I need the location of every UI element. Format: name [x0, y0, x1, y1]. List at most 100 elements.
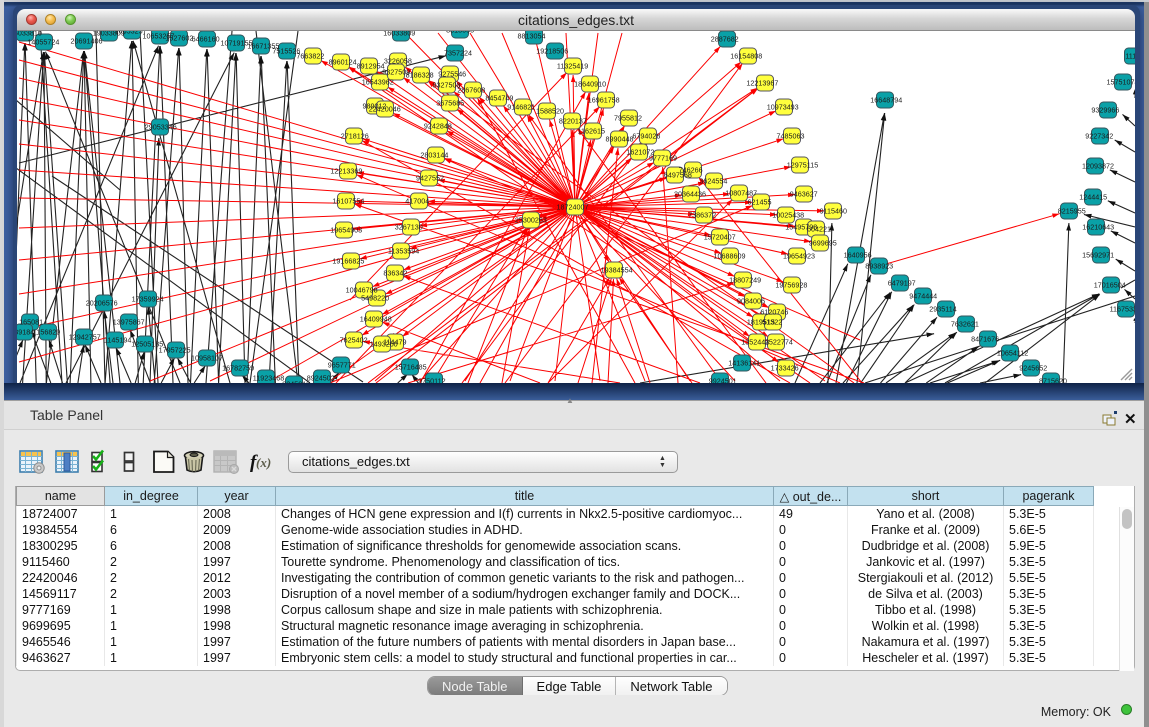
svg-text:16782759: 16782759 [222, 364, 254, 373]
svg-text:1640956: 1640956 [844, 251, 872, 260]
svg-text:8813054: 8813054 [518, 32, 546, 41]
svg-text:10025438: 10025438 [772, 211, 804, 220]
svg-text:12975115: 12975115 [787, 161, 818, 170]
svg-text:3675685: 3675685 [436, 99, 464, 108]
svg-text:25300263: 25300263 [515, 216, 547, 225]
svg-text:8938923: 8938923 [865, 262, 893, 271]
svg-text:746266: 746266 [679, 166, 703, 175]
svg-text:18640910: 18640910 [574, 80, 606, 89]
svg-text:8912954: 8912954 [357, 62, 385, 71]
svg-text:18724007: 18724007 [557, 203, 589, 212]
svg-text:9427552: 9427552 [416, 174, 444, 183]
svg-text:2522774: 2522774 [765, 338, 793, 347]
svg-text:7386372: 7386372 [688, 211, 716, 220]
svg-text:12213369: 12213369 [330, 167, 362, 176]
svg-text:11325419: 11325419 [557, 62, 588, 71]
svg-text:22420046: 22420046 [369, 105, 401, 114]
svg-text:9329966: 9329966 [1091, 106, 1119, 115]
svg-text:7357224: 7357224 [444, 49, 472, 58]
svg-text:10046798: 10046798 [346, 286, 378, 295]
svg-text:16409948: 16409948 [360, 315, 392, 324]
svg-text:19166825: 19166825 [332, 257, 364, 266]
svg-text:20206576: 20206576 [86, 299, 118, 308]
svg-text:9750112: 9750112 [418, 377, 445, 384]
svg-text:15692971: 15692971 [1082, 251, 1114, 260]
svg-text:8220137: 8220137 [559, 117, 587, 126]
svg-text:9474444: 9474444 [909, 292, 937, 301]
svg-text:7485063: 7485063 [777, 132, 805, 141]
svg-text:20691406: 20691406 [71, 37, 103, 46]
svg-text:11124: 11124 [1125, 52, 1135, 61]
svg-text:8715620: 8715620 [1039, 377, 1067, 384]
svg-text:19654923: 19654923 [783, 252, 815, 261]
svg-text:17957225: 17957225 [159, 346, 191, 355]
svg-text:6794028: 6794028 [632, 132, 660, 141]
svg-text:12942757: 12942757 [69, 333, 101, 342]
svg-text:39184: 39184 [17, 328, 34, 337]
svg-text:16543962: 16543962 [362, 78, 394, 87]
svg-text:3267130: 3267130 [395, 223, 423, 232]
svg-text:8813055: 8813055 [446, 31, 474, 35]
svg-text:15751074: 15751074 [1107, 78, 1135, 87]
svg-text:13975867: 13975867 [113, 318, 145, 327]
svg-text:165081: 165081 [19, 318, 43, 327]
svg-text:16210643: 16210643 [1082, 223, 1114, 232]
svg-text:7663822: 7663822 [296, 52, 324, 61]
svg-text:1167533: 1167533 [1110, 305, 1135, 314]
svg-text:17016504: 17016504 [1094, 281, 1126, 290]
svg-text:604221: 604221 [807, 225, 831, 234]
svg-text:10654112: 10654112 [997, 349, 1028, 358]
svg-text:8924502: 8924502 [307, 374, 335, 383]
svg-text:417004: 417004 [405, 197, 429, 206]
svg-text:7625402: 7625402 [340, 336, 368, 345]
svg-text:6479197: 6479197 [888, 279, 916, 288]
svg-text:15716485: 15716485 [395, 363, 427, 372]
svg-text:3624554: 3624554 [699, 177, 727, 186]
svg-text:9146821: 9146821 [507, 103, 535, 112]
svg-text:29053346: 29053346 [145, 123, 177, 132]
svg-text:16033809: 16033809 [383, 31, 415, 38]
svg-text:19756928: 19756928 [775, 281, 807, 290]
svg-text:1156829: 1156829 [33, 328, 60, 337]
svg-text:(x): (x) [256, 455, 271, 470]
svg-text:16648794: 16648794 [870, 96, 902, 105]
svg-text:2803144: 2803144 [420, 151, 448, 160]
svg-text:2887682: 2887682 [711, 35, 739, 44]
svg-text:18807249: 18807249 [729, 276, 761, 285]
svg-text:1162615: 1162615 [578, 127, 605, 136]
svg-text:12093872: 12093872 [1082, 162, 1114, 171]
svg-text:5498220: 5498220 [361, 294, 389, 303]
svg-text:17359924: 17359924 [132, 295, 164, 304]
svg-text:2935114: 2935114 [929, 305, 956, 314]
svg-text:16154808: 16154808 [730, 52, 762, 61]
svg-text:9227342: 9227342 [1085, 132, 1113, 141]
svg-text:1244415: 1244415 [1079, 193, 1107, 202]
svg-text:9242848: 9242848 [424, 122, 452, 131]
svg-text:3226058: 3226058 [384, 57, 412, 66]
svg-text:9463627: 9463627 [790, 190, 818, 199]
svg-text:9699695: 9699695 [809, 239, 837, 248]
svg-text:8454749: 8454749 [485, 94, 513, 103]
svg-text:20364436: 20364436 [674, 190, 706, 199]
svg-text:9115460: 9115460 [820, 207, 847, 216]
svg-text:12213967: 12213967 [746, 79, 778, 88]
svg-text:1145194: 1145194 [104, 336, 131, 345]
svg-text:15720407: 15720407 [704, 233, 736, 242]
svg-text:10807487: 10807487 [725, 189, 757, 198]
svg-text:1733426: 1733426 [771, 364, 799, 373]
svg-text:8960124: 8960124 [329, 58, 357, 67]
svg-text:10958107: 10958107 [191, 354, 223, 363]
svg-text:9924501: 9924501 [709, 377, 737, 384]
svg-text:836342: 836342 [383, 269, 407, 278]
svg-text:11353594: 11353594 [388, 247, 419, 256]
svg-text:8990448: 8990448 [606, 135, 634, 144]
svg-text:16107554: 16107554 [332, 197, 364, 206]
svg-text:8215955: 8215955 [1058, 207, 1086, 216]
svg-text:9657771: 9657771 [328, 361, 356, 370]
svg-text:16961758: 16961758 [588, 96, 620, 105]
svg-text:10973493: 10973493 [767, 103, 799, 112]
svg-text:6120746: 6120746 [760, 308, 788, 317]
svg-text:2867608: 2867608 [457, 86, 485, 95]
svg-text:1493260: 1493260 [370, 340, 398, 349]
svg-text:19218506: 19218506 [536, 47, 568, 56]
